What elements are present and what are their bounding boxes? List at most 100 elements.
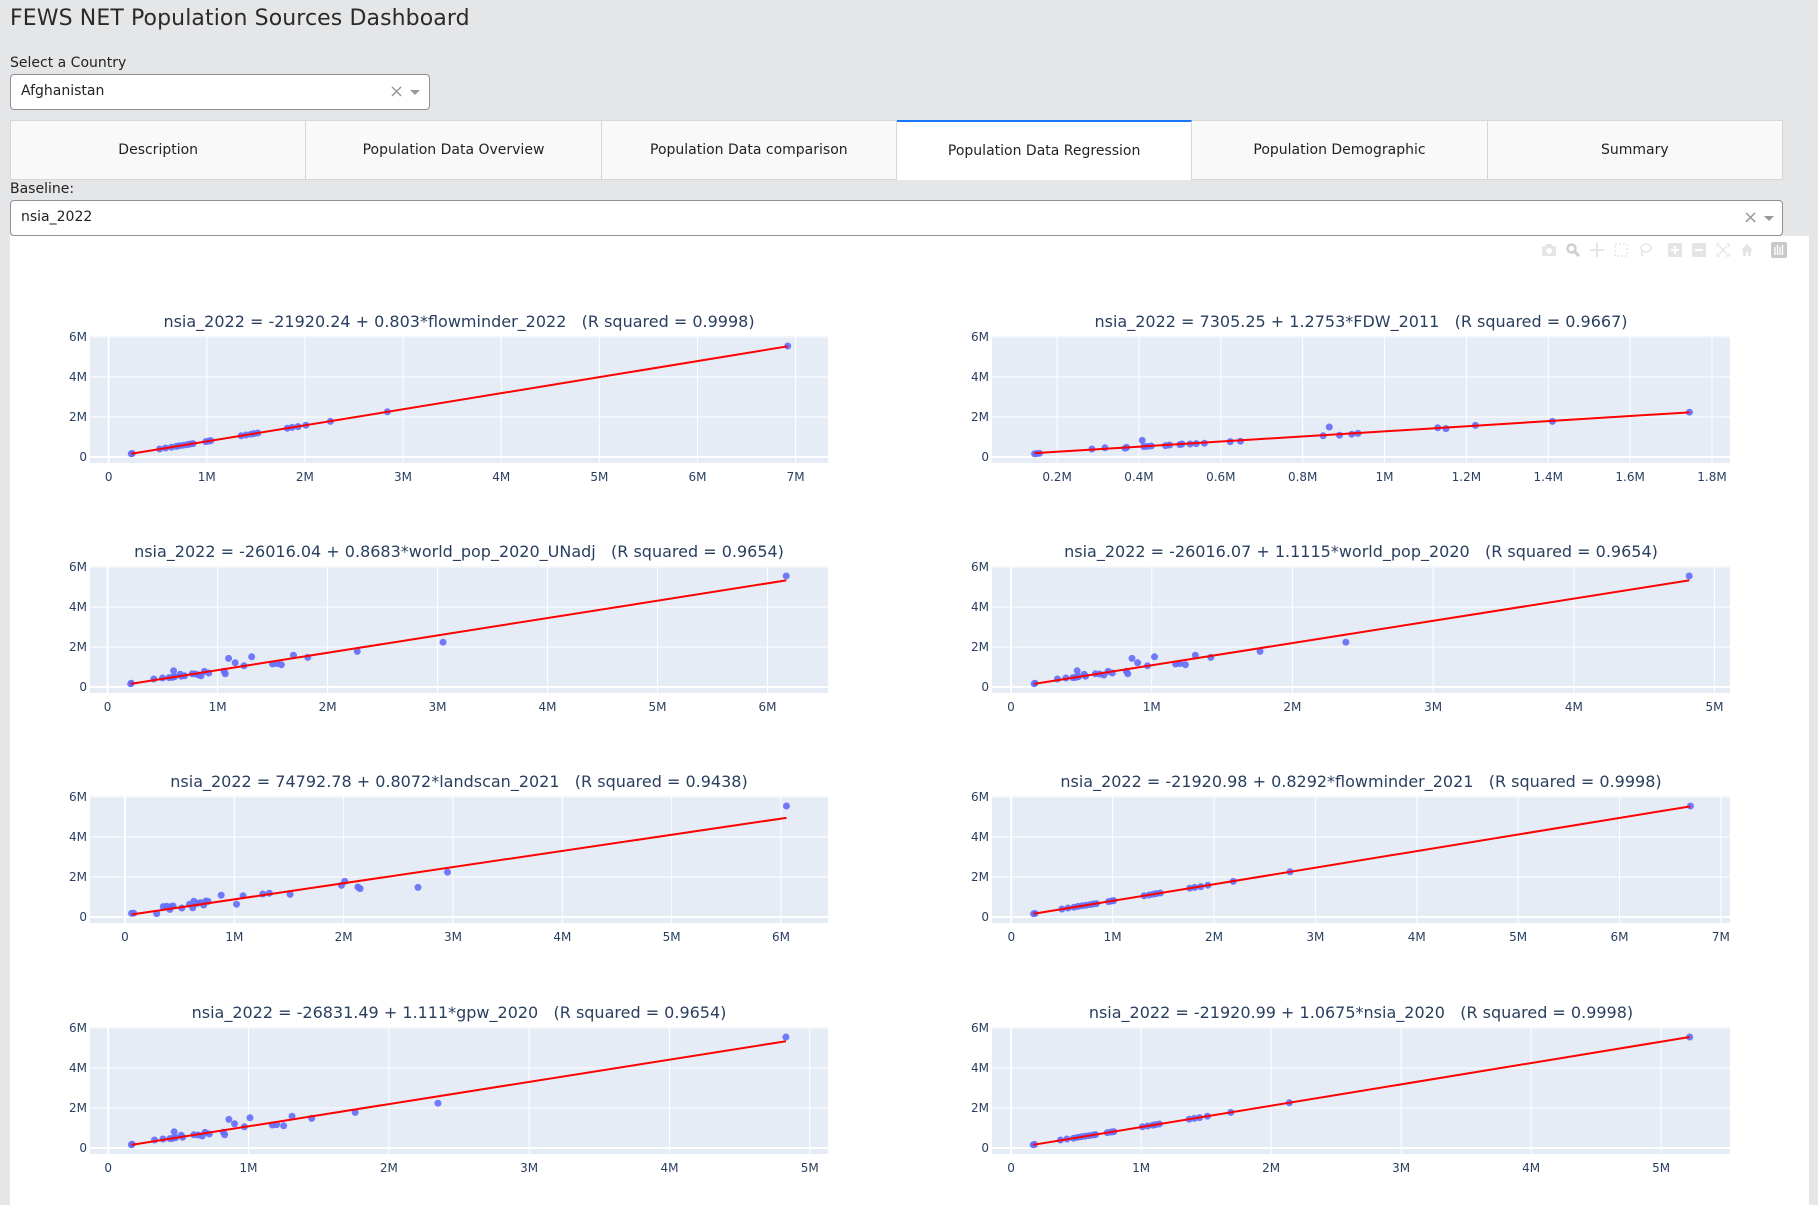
y-tick-label: 4M (971, 830, 989, 844)
y-tick-label: 0 (79, 1141, 87, 1155)
x-tick-label: 3M (444, 930, 462, 944)
y-tick-label: 2M (69, 410, 87, 424)
data-point[interactable] (1342, 638, 1350, 646)
x-tick-label: 4M (492, 470, 510, 484)
x-tick-label: 2M (319, 700, 337, 714)
x-tick-label: 1M (1104, 930, 1122, 944)
x-tick-label: 2M (335, 930, 353, 944)
data-point[interactable] (1181, 661, 1189, 669)
data-point[interactable] (1134, 659, 1142, 667)
y-tick-label: 2M (971, 870, 989, 884)
y-tick-label: 4M (971, 370, 989, 384)
x-tick-label: 0.2M (1042, 470, 1071, 484)
x-tick-label: 7M (787, 470, 805, 484)
data-point[interactable] (356, 885, 364, 893)
data-point[interactable] (277, 661, 285, 669)
data-point[interactable] (1128, 654, 1136, 662)
data-point[interactable] (1325, 423, 1333, 431)
x-tick-label: 5M (1706, 700, 1724, 714)
chart-title: nsia_2022 = -21920.98 + 0.8292*flowminde… (1060, 772, 1661, 792)
data-point[interactable] (439, 638, 447, 646)
data-point[interactable] (221, 670, 229, 678)
data-point[interactable] (170, 1128, 178, 1136)
chart-title: nsia_2022 = 7305.25 + 1.2753*FDW_2011 (R… (1095, 312, 1628, 332)
x-tick-label: 2M (380, 1161, 398, 1175)
y-tick-label: 4M (69, 830, 87, 844)
y-tick-label: 4M (69, 370, 87, 384)
chart-title: nsia_2022 = -26016.07 + 1.1115*world_pop… (1064, 542, 1658, 562)
x-tick-label: 2M (296, 470, 314, 484)
y-tick-label: 6M (69, 1021, 87, 1035)
data-point[interactable] (248, 653, 256, 661)
x-tick-label: 3M (520, 1161, 538, 1175)
x-tick-label: 0.8M (1288, 470, 1317, 484)
x-tick-label: 6M (759, 700, 777, 714)
y-tick-label: 0 (981, 1141, 989, 1155)
x-tick-label: 0 (105, 470, 113, 484)
data-point[interactable] (225, 1115, 233, 1123)
x-tick-label: 1M (225, 930, 243, 944)
data-point[interactable] (782, 572, 790, 580)
data-point[interactable] (233, 900, 241, 908)
y-tick-label: 4M (69, 1061, 87, 1075)
data-point[interactable] (434, 1099, 442, 1107)
y-tick-label: 0 (981, 910, 989, 924)
data-point[interactable] (225, 654, 233, 662)
x-tick-label: 3M (1424, 700, 1442, 714)
scatter-chart-1: 0 1M 2M 3M 4M 5M 6M 7M 0 2M 4M 6M nsia_2022 = -21920… (69, 312, 828, 484)
x-tick-label: 1M (240, 1161, 258, 1175)
data-point[interactable] (414, 883, 422, 891)
scatter-chart-8: 0 1M 2M 3M 4M 5M 0 2M 4M 6M nsia_2022 = -21920.99 … (971, 1003, 1730, 1175)
scatter-chart-3: 0 1M 2M 3M 4M 5M 6M 0 2M 4M 6M nsia_2022 = -26016.0… (69, 542, 828, 714)
plot-background[interactable] (992, 336, 1730, 463)
y-tick-label: 0 (981, 450, 989, 464)
data-point[interactable] (170, 667, 178, 675)
x-tick-label: 5M (663, 930, 681, 944)
data-point[interactable] (231, 659, 239, 667)
x-tick-label: 4M (1408, 930, 1426, 944)
data-point[interactable] (1073, 667, 1081, 675)
x-tick-label: 4M (539, 700, 557, 714)
data-point[interactable] (1685, 572, 1693, 580)
data-point[interactable] (1151, 653, 1159, 661)
x-tick-label: 1M (198, 470, 216, 484)
chart-title: nsia_2022 = -21920.24 + 0.803*flowminder… (163, 312, 754, 332)
data-point[interactable] (217, 891, 225, 899)
data-point[interactable] (444, 868, 452, 876)
data-point[interactable] (231, 1120, 239, 1128)
x-tick-label: 1M (1143, 700, 1161, 714)
x-tick-label: 4M (553, 930, 571, 944)
data-point[interactable] (221, 1131, 229, 1139)
data-point[interactable] (782, 802, 790, 810)
x-tick-label: 3M (1306, 930, 1324, 944)
x-tick-label: 3M (394, 470, 412, 484)
data-point[interactable] (280, 1122, 288, 1130)
x-tick-label: 0 (1007, 1161, 1015, 1175)
data-point[interactable] (1138, 436, 1146, 444)
x-tick-label: 5M (1509, 930, 1527, 944)
x-tick-label: 3M (1392, 1161, 1410, 1175)
regression-charts: 0 1M 2M 3M 4M 5M 6M 7M 0 2M 4M 6M nsia_2022 = -21920… (69, 312, 1730, 1175)
y-tick-label: 0 (981, 680, 989, 694)
x-tick-label: 4M (1522, 1161, 1540, 1175)
data-point[interactable] (246, 1114, 254, 1122)
y-tick-label: 0 (79, 680, 87, 694)
data-point[interactable] (782, 1033, 790, 1041)
x-tick-label: 0.6M (1206, 470, 1235, 484)
x-tick-label: 2M (1205, 930, 1223, 944)
x-tick-label: 0 (104, 1161, 112, 1175)
scatter-chart-5: 0 1M 2M 3M 4M 5M 6M 0 2M 4M 6M nsia_2022 = 74792.78… (69, 772, 828, 944)
y-tick-label: 2M (69, 640, 87, 654)
scatter-chart-4: 0 1M 2M 3M 4M 5M 0 2M 4M 6M nsia_2022 = -26016.07 … (971, 542, 1730, 714)
x-tick-label: 1.8M (1697, 470, 1726, 484)
y-tick-label: 0 (79, 450, 87, 464)
y-tick-label: 6M (971, 790, 989, 804)
y-tick-label: 6M (69, 560, 87, 574)
chart-title: nsia_2022 = 74792.78 + 0.8072*landscan_2… (170, 772, 747, 792)
x-tick-label: 1M (209, 700, 227, 714)
x-tick-label: 5M (590, 470, 608, 484)
x-tick-label: 0 (1007, 930, 1015, 944)
y-tick-label: 0 (79, 910, 87, 924)
data-point[interactable] (1124, 670, 1132, 678)
x-tick-label: 6M (688, 470, 706, 484)
